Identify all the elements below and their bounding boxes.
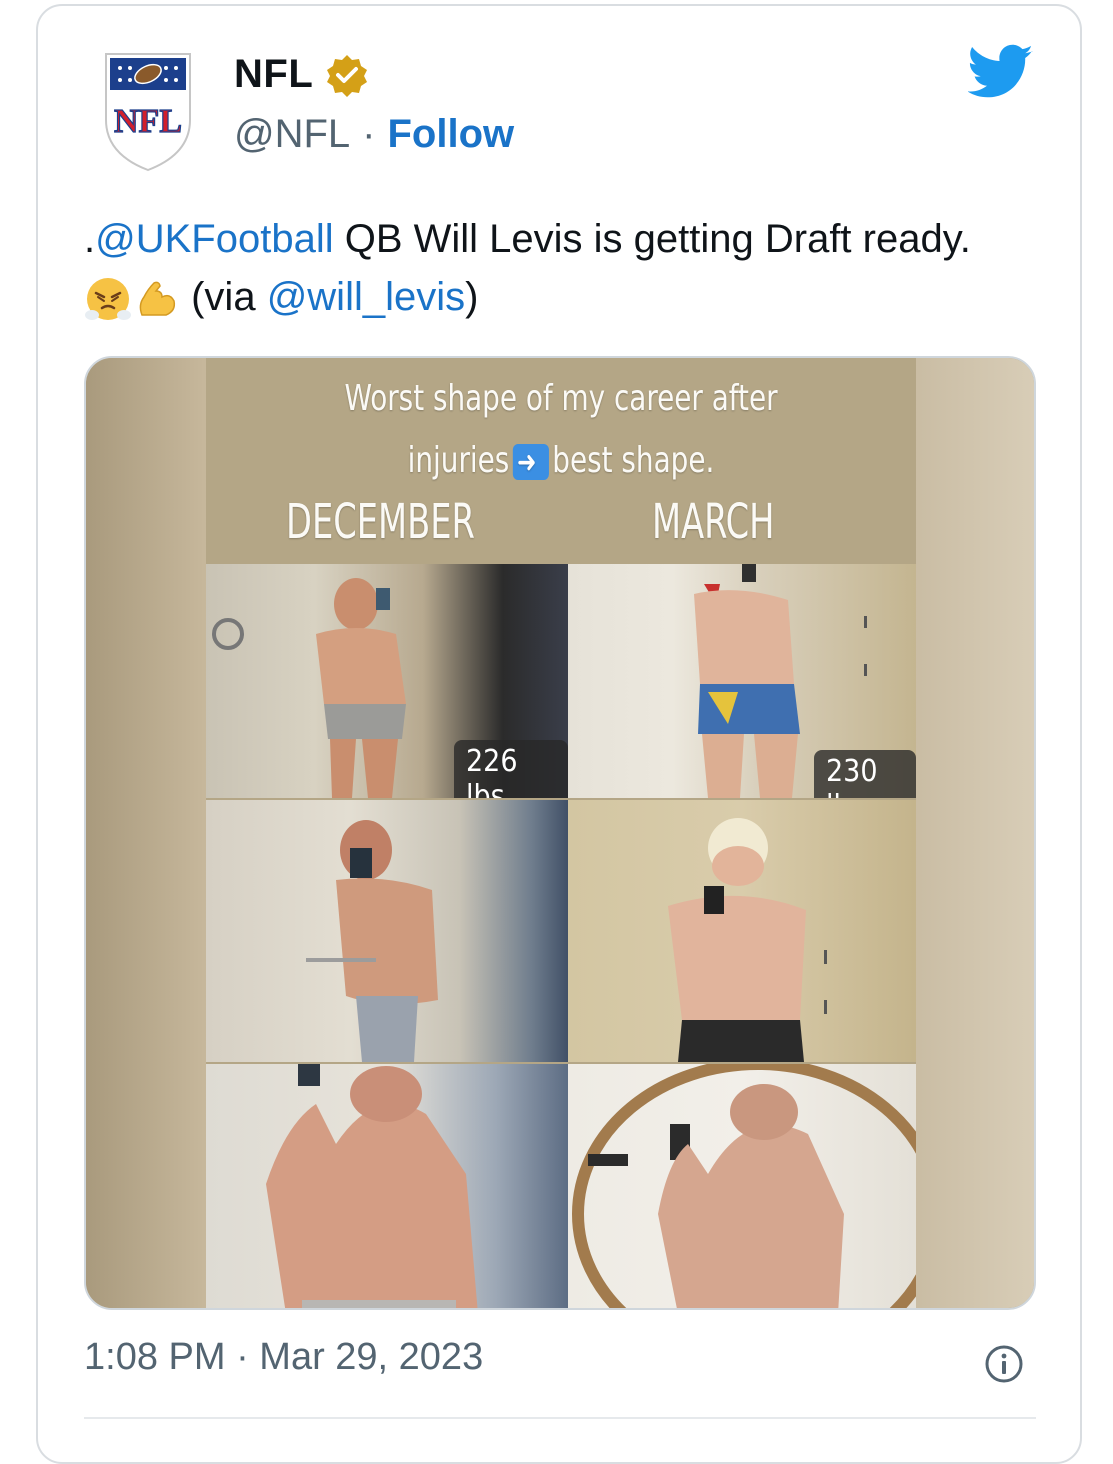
text-prefix: .: [84, 217, 96, 261]
figure-silhouette: [266, 1064, 478, 1308]
figure-silhouette: [572, 1064, 916, 1308]
photo-december-side: [206, 800, 568, 1062]
month-label-right: MARCH: [652, 494, 775, 550]
mention-will-levis[interactable]: @will_levis: [267, 275, 465, 319]
flexed-biceps-emoji-icon: [139, 282, 176, 317]
author-name-row[interactable]: NFL: [234, 52, 369, 97]
bottom-divider: [84, 1417, 1036, 1419]
weight-badge-left: 226 lbs: [454, 740, 568, 798]
photo-march-side: [568, 800, 916, 1062]
caption-line-2b: best shape.: [552, 440, 715, 481]
figure-silhouette: [306, 820, 438, 1062]
twitter-bird-icon[interactable]: [968, 44, 1034, 100]
nfl-logo-avatar[interactable]: NFL: [100, 46, 196, 176]
photo-december-back: [206, 1064, 568, 1308]
follow-button[interactable]: Follow: [388, 112, 515, 157]
caption-line-1: Worst shape of my career after: [344, 378, 778, 419]
media-blur-left: [86, 358, 208, 1308]
mention-ukfootball[interactable]: @UKFootball: [95, 217, 333, 261]
tweet-media-image[interactable]: Worst shape of my career after injuries b…: [84, 356, 1036, 1310]
svg-text:NFL: NFL: [114, 103, 182, 140]
figure-silhouette: [668, 818, 827, 1062]
caption-line-2: injuries best shape.: [256, 430, 867, 494]
photo-march-back: [568, 1064, 916, 1308]
author-handle[interactable]: @NFL: [234, 112, 350, 157]
text-part-2: (via: [180, 275, 267, 319]
photo-december-front: 226 lbs: [206, 564, 568, 798]
text-part-1: QB Will Levis is getting Draft ready.: [333, 217, 971, 261]
triumph-face-emoji-icon: [85, 278, 131, 321]
caption-line-2a: injuries: [407, 440, 510, 481]
right-arrow-emoji-icon: [512, 432, 549, 494]
verified-badge-icon: [327, 54, 368, 97]
author-name[interactable]: NFL: [234, 52, 313, 97]
weight-badge-right: 230 lbs: [814, 750, 916, 798]
story-collage: Worst shape of my career after injuries b…: [206, 358, 916, 1308]
author-handle-row: @NFL · Follow: [234, 112, 514, 157]
photo-march-front: 230 lbs: [568, 564, 916, 798]
tweet-body: .@UKFootball QB Will Levis is getting Dr…: [84, 210, 984, 326]
media-blur-right: [912, 358, 1034, 1308]
tweet-timestamp[interactable]: 1:08 PM · Mar 29, 2023: [84, 1336, 483, 1379]
separator-dot: ·: [362, 112, 376, 156]
info-icon[interactable]: [984, 1344, 1024, 1384]
month-label-left: DECEMBER: [286, 494, 475, 550]
text-part-3: ): [465, 275, 479, 319]
story-caption: Worst shape of my career after injuries b…: [256, 368, 867, 494]
